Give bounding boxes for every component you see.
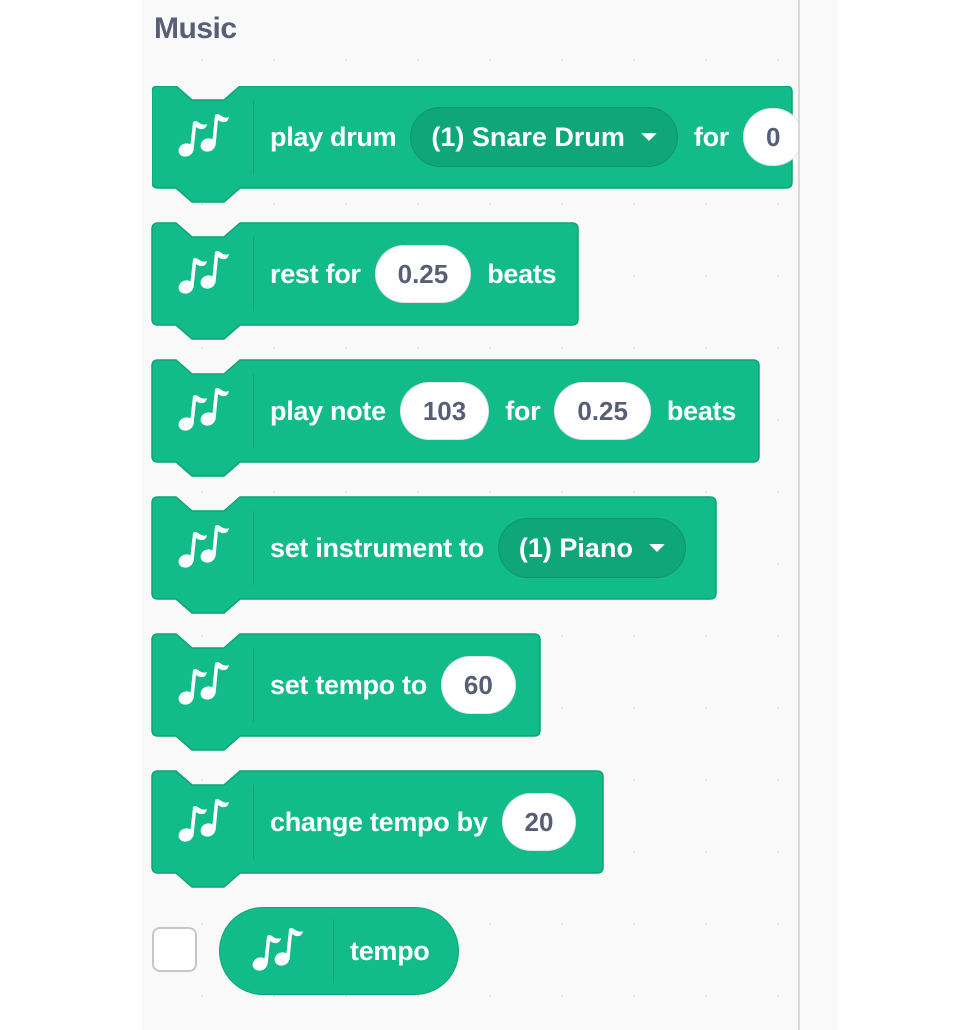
beats-input[interactable]: 0.25 [374,245,472,303]
icon-container [152,86,254,188]
icon-separator [253,100,254,174]
block-label: play note [270,395,386,426]
block-content: play drum (1) Snare Drum for 0 [152,86,798,188]
music-notes-icon [250,922,304,981]
music-notes-icon [176,793,230,852]
icon-container [220,907,334,995]
dropdown-caret-icon [640,133,657,141]
block-content: change tempo by 20 [152,771,577,873]
tempo-monitor-checkbox[interactable] [152,927,197,972]
drum-dropdown[interactable]: (1) Snare Drum [410,107,678,167]
icon-separator [253,648,254,722]
block-label: play drum [270,121,397,152]
dropdown-value: (1) Piano [518,532,633,563]
beats-input[interactable]: 0 [742,108,798,166]
block-label: set instrument to [270,532,484,563]
block-label: beats [487,258,557,289]
block-content: set tempo to 60 [152,634,516,736]
block-label: beats [666,395,736,426]
reporter-label: tempo [350,935,430,966]
icon-container [152,771,254,873]
instrument-dropdown[interactable]: (1) Piano [497,518,686,578]
icon-container [152,360,254,462]
workspace-area[interactable] [800,0,838,1030]
dropdown-value: (1) Snare Drum [431,121,625,152]
dropdown-caret-icon [648,544,665,552]
icon-container [152,497,254,599]
icon-separator [253,237,254,311]
music-notes-icon [176,656,230,715]
icon-separator [253,785,254,859]
block-label: for [693,121,729,152]
block-content: set instrument to (1) Piano [152,497,686,599]
block-content: rest for 0.25 beats [152,223,557,325]
block-play-drum[interactable]: play drum (1) Snare Drum for 0 [152,86,798,206]
music-notes-icon [176,519,230,578]
block-label: change tempo by [270,806,488,837]
icon-separator [253,511,254,585]
block-content: play note 103 for 0.25 beats [152,360,736,462]
beats-input[interactable]: 0.25 [554,382,651,440]
block-label: for [505,395,541,426]
music-notes-icon [176,245,230,304]
icon-container [152,223,254,325]
block-label: set tempo to [270,669,427,700]
reporter-tempo[interactable]: tempo [219,907,459,995]
category-title: Music [154,12,237,45]
block-label: rest for [270,258,361,289]
tempo-input[interactable]: 60 [440,656,516,714]
note-input[interactable]: 103 [399,382,490,440]
icon-separator [253,374,254,448]
icon-separator [333,919,334,983]
tempo-change-input[interactable]: 20 [501,793,577,851]
music-notes-icon [176,382,230,441]
icon-container [152,634,254,736]
music-notes-icon [176,108,230,167]
